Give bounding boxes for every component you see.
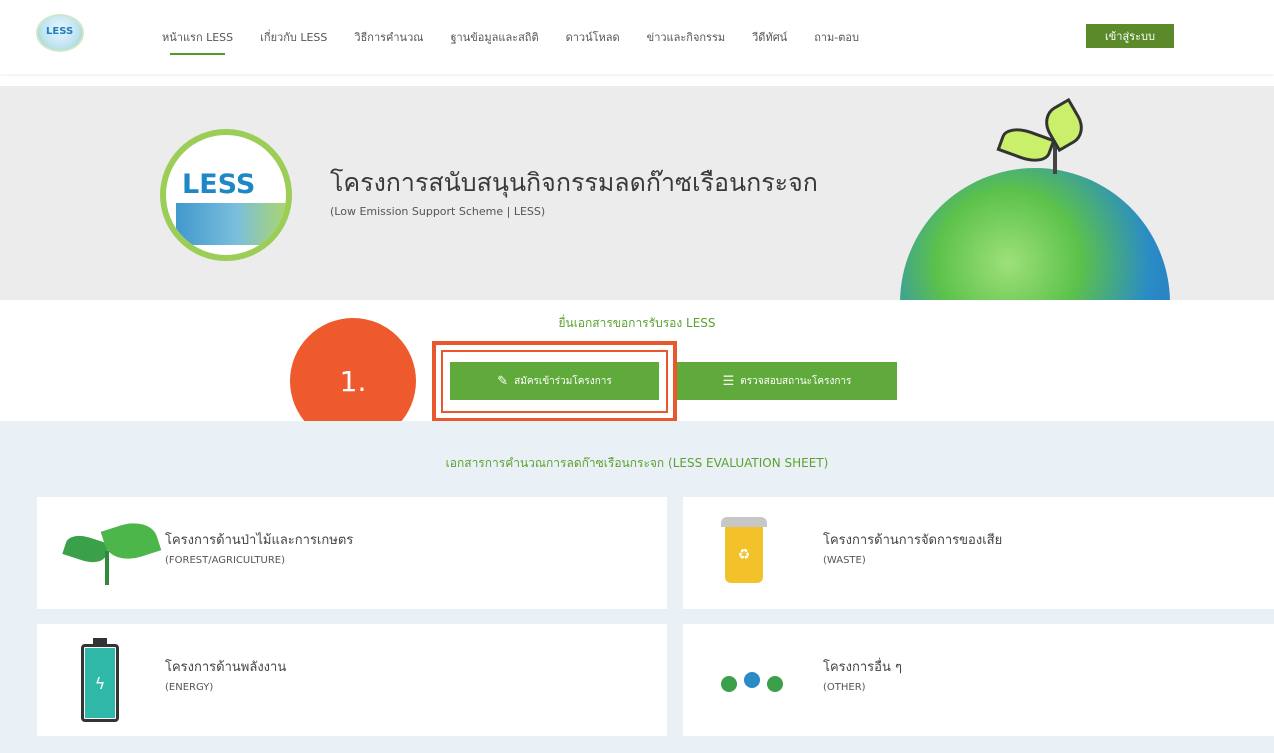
battery-icon: ϟ — [81, 638, 119, 722]
card-title: โครงการด้านพลังงาน — [165, 660, 287, 675]
submit-section-title: ยื่นเอกสารขอการรับรอง LESS — [558, 316, 716, 330]
hero-banner: LESS โครงการสนับสนุนกิจกรรมลดก๊าซเรือนกร… — [0, 86, 1274, 300]
card-title: โครงการด้านการจัดการของเสีย — [823, 533, 1003, 548]
card-other[interactable]: โครงการอื่น ๆ (OTHER) — [683, 624, 1274, 736]
nav-item-video[interactable]: วีดีทัศน์ — [752, 28, 787, 46]
less-badge-logo: LESS — [160, 129, 292, 261]
hero-title: โครงการสนับสนุนกิจกรรมลดก๊าซเรือนกระจก — [330, 168, 818, 197]
apply-project-button[interactable]: ✎ สมัครเข้าร่วมโครงการ — [450, 362, 659, 400]
list-icon: ☰ — [722, 373, 735, 389]
recycle-bin-icon: ♻ — [721, 517, 767, 583]
less-logo[interactable]: LESS — [36, 14, 84, 52]
check-status-label: ตรวจสอบสถานะโครงการ — [740, 375, 852, 387]
nav-item-methodology[interactable]: วิธีการคำนวณ — [354, 28, 423, 46]
plant-icon — [62, 515, 162, 585]
card-subtitle: (WASTE) — [823, 555, 866, 566]
card-waste[interactable]: ♻ โครงการด้านการจัดการของเสีย (WASTE) — [683, 497, 1274, 609]
logo-text: LESS — [46, 26, 74, 37]
login-button[interactable]: เข้าสู่ระบบ — [1086, 24, 1174, 48]
check-status-button[interactable]: ☰ ตรวจสอบสถานะโครงการ — [677, 362, 897, 400]
card-energy[interactable]: ϟ โครงการด้านพลังงาน (ENERGY) — [37, 624, 667, 736]
hero-subtitle: (Low Emission Support Scheme | LESS) — [330, 205, 546, 218]
card-forest-agriculture[interactable]: โครงการด้านป่าไม้และการเกษตร (FOREST/AGR… — [37, 497, 667, 609]
nav-item-faq[interactable]: ถาม-ตอบ — [814, 28, 859, 46]
main-menu: หน้าแรก LESS เกี่ยวกับ LESS วิธีการคำนวณ… — [162, 28, 886, 55]
nav-item-database[interactable]: ฐานข้อมูลและสถิติ — [450, 28, 538, 46]
nav-item-about[interactable]: เกี่ยวกับ LESS — [260, 28, 327, 46]
dots-icon — [721, 672, 791, 696]
nav-item-home[interactable]: หน้าแรก LESS — [162, 28, 233, 55]
badge-text: LESS — [182, 169, 256, 200]
top-navbar: LESS หน้าแรก LESS เกี่ยวกับ LESS วิธีการ… — [0, 0, 1274, 74]
nav-item-news[interactable]: ข่าวและกิจกรรม — [647, 28, 725, 46]
globe-illustration — [900, 168, 1170, 300]
card-title: โครงการด้านป่าไม้และการเกษตร — [165, 533, 354, 548]
card-title: โครงการอื่น ๆ — [823, 660, 902, 675]
card-subtitle: (FOREST/AGRICULTURE) — [165, 555, 286, 566]
apply-project-label: สมัครเข้าร่วมโครงการ — [514, 375, 612, 387]
evaluation-section-title: เอกสารการคำนวณการลดก๊าซเรือนกระจก (LESS … — [445, 456, 829, 470]
card-subtitle: (OTHER) — [823, 682, 866, 693]
edit-icon: ✎ — [497, 373, 509, 389]
nav-item-download[interactable]: ดาวน์โหลด — [566, 28, 620, 46]
card-subtitle: (ENERGY) — [165, 682, 214, 693]
city-skyline-graphic — [176, 203, 286, 245]
